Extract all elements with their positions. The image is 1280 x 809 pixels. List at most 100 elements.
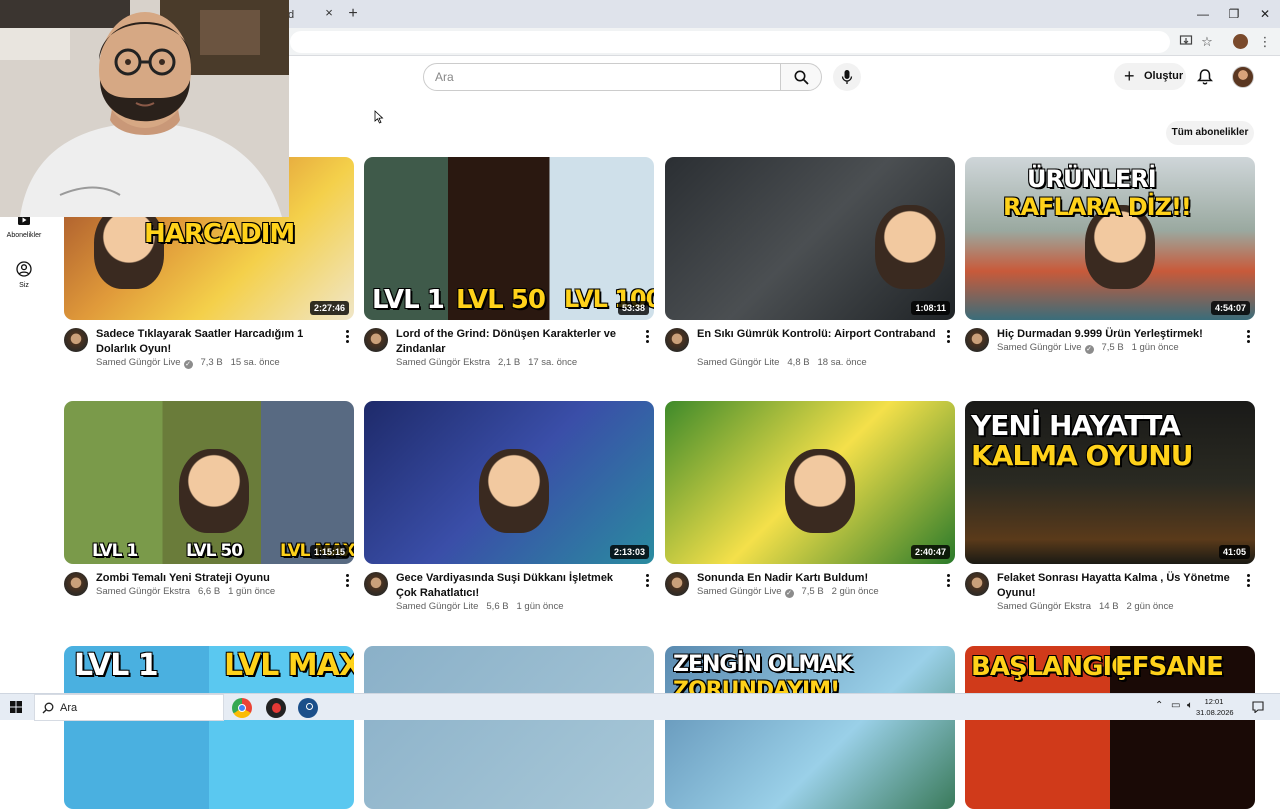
thumbnail-character — [875, 205, 945, 289]
channel-avatar[interactable] — [364, 572, 388, 596]
star-icon[interactable]: ☆ — [1199, 34, 1215, 50]
channel-avatar[interactable] — [64, 572, 88, 596]
voice-search-button[interactable] — [833, 63, 861, 91]
guide-item-you[interactable]: Siz — [0, 261, 48, 289]
more-options-icon[interactable] — [945, 330, 951, 344]
channel-name[interactable]: Samed Güngör Ekstra — [96, 586, 190, 597]
address-bar[interactable] — [290, 31, 1170, 53]
video-channel-line: Samed Güngör Ekstra 2,1 B 17 sa. önce — [396, 357, 577, 368]
channel-name[interactable]: Samed Güngör Ekstra — [997, 601, 1091, 612]
channel-name[interactable]: Samed Güngör Live — [997, 342, 1082, 353]
channel-avatar[interactable] — [665, 328, 689, 352]
more-options-icon[interactable] — [644, 574, 650, 588]
chrome-icon[interactable] — [232, 698, 252, 718]
search-icon — [794, 70, 809, 85]
more-options-icon[interactable] — [344, 574, 350, 588]
video-title[interactable]: Hiç Durmadan 9.999 Ürün Yerleştirmek! — [997, 327, 1237, 342]
channel-name[interactable]: Samed Güngör Lite — [396, 601, 478, 612]
minimize-icon[interactable]: — — [1188, 4, 1218, 24]
channel-avatar[interactable] — [665, 572, 689, 596]
video-stats: 6,6 B 1 gün önce — [198, 586, 276, 597]
video-thumbnail[interactable]: 2:13:03 — [364, 401, 654, 564]
create-button[interactable]: + Oluştur — [1114, 63, 1186, 90]
system-clock[interactable]: 12:01 31.08.2026 — [1196, 696, 1234, 718]
video-thumbnail[interactable]: LVL 1 LVL MAX — [64, 646, 354, 809]
profile-avatar[interactable] — [1233, 34, 1248, 49]
video-card[interactable]: BAŞLANGIÇ EFSANE — [965, 646, 1255, 809]
more-options-icon[interactable] — [344, 330, 350, 344]
video-card[interactable]: LVL 1LVL 50LVL MAX1:15:15 Zombi Temalı Ye… — [64, 401, 354, 634]
all-subscriptions-button[interactable]: Tüm abonelikler — [1166, 121, 1254, 145]
chevron-up-icon[interactable]: ⌃ — [1155, 700, 1163, 711]
windows-start-icon[interactable] — [10, 701, 22, 713]
video-card[interactable]: ÜRÜNLERİ RAFLARA DİZ!! 4:54:07 Hiç Durmadan… — [965, 157, 1255, 390]
video-thumbnail[interactable]: LVL 1 LVL 50 LVL 100 53:38 — [364, 157, 654, 320]
channel-name[interactable]: Samed Güngör Lite — [697, 357, 779, 368]
video-thumbnail[interactable]: BAŞLANGIÇ EFSANE — [965, 646, 1255, 809]
video-card[interactable]: ZENGİN OLMAK ZORUNDAYIM! — [665, 646, 955, 809]
notification-icon[interactable] — [1252, 701, 1264, 713]
restore-icon[interactable]: ❐ — [1219, 4, 1249, 24]
channel-avatar[interactable] — [965, 572, 989, 596]
video-title[interactable]: Gece Vardiyasında Suşi Dükkanı İşletmek … — [396, 571, 636, 601]
taskbar-search[interactable]: Ara — [34, 694, 224, 721]
video-title[interactable]: Sonunda En Nadir Kartı Buldum! — [697, 571, 937, 586]
search-bar — [423, 63, 823, 91]
video-thumbnail[interactable]: YENİ HAYATTA KALMA OYUNU 41:05 — [965, 401, 1255, 564]
video-card[interactable]: LVL 1 LVL MAX — [64, 646, 354, 809]
video-thumbnail[interactable]: 1:08:11 — [665, 157, 955, 320]
more-options-icon[interactable] — [1245, 574, 1251, 588]
video-title[interactable]: Zombi Temalı Yeni Strateji Oyunu — [96, 571, 336, 586]
steam-icon[interactable] — [298, 698, 318, 718]
channel-name[interactable]: Samed Güngör Ekstra — [396, 357, 490, 368]
search-button[interactable] — [780, 63, 822, 91]
video-thumbnail[interactable] — [364, 646, 654, 809]
channel-avatar[interactable] — [64, 328, 88, 352]
more-options-icon[interactable] — [1245, 330, 1251, 344]
bell-icon[interactable] — [1196, 68, 1214, 86]
video-card[interactable]: 1:08:11 En Sıkı Gümrük Kontrolü: Airport … — [665, 157, 955, 390]
clock-date: 31.08.2026 — [1196, 708, 1234, 717]
app-icon[interactable] — [266, 698, 286, 718]
window-close-icon[interactable]: ✕ — [1250, 4, 1280, 24]
search-icon — [42, 702, 54, 714]
tab-close-icon[interactable]: × — [322, 6, 336, 20]
video-title[interactable]: Lord of the Grind: Dönüşen Karakterler v… — [396, 327, 636, 357]
video-thumbnail[interactable]: ÜRÜNLERİ RAFLARA DİZ!! 4:54:07 — [965, 157, 1255, 320]
channel-avatar[interactable] — [364, 328, 388, 352]
thumbnail-text: HARCADIM — [144, 219, 295, 249]
account-avatar[interactable] — [1232, 66, 1254, 88]
network-icon[interactable]: ▭ — [1171, 700, 1180, 711]
new-tab-icon[interactable]: + — [344, 5, 362, 23]
install-icon[interactable] — [1178, 34, 1194, 50]
thumbnail-character — [479, 449, 549, 533]
channel-name[interactable]: Samed Güngör Live — [96, 357, 181, 368]
volume-icon[interactable]: 🔈︎ — [1187, 700, 1193, 711]
video-details: En Sıkı Gümrük Kontrolü: Airport Contrab… — [665, 320, 955, 390]
channel-name[interactable]: Samed Güngör Live — [697, 586, 782, 597]
more-options-icon[interactable] — [644, 330, 650, 344]
video-card[interactable] — [364, 646, 654, 809]
more-options-icon[interactable] — [945, 574, 951, 588]
video-card[interactable]: 2:40:47 Sonunda En Nadir Kartı Buldum! Sam… — [665, 401, 955, 634]
video-thumbnail[interactable]: ZENGİN OLMAK ZORUNDAYIM! — [665, 646, 955, 809]
video-channel-line: Samed Güngör Live ✓ 7,3 B 15 sa. önce — [96, 357, 280, 369]
video-title[interactable]: En Sıkı Gümrük Kontrolü: Airport Contrab… — [697, 327, 937, 342]
menu-icon[interactable]: ⋮ — [1257, 34, 1273, 50]
video-title[interactable]: Felaket Sonrası Hayatta Kalma , Üs Yönet… — [997, 571, 1237, 601]
search-input[interactable] — [423, 63, 781, 91]
video-duration: 4:54:07 — [1210, 301, 1250, 315]
video-card[interactable]: LVL 1 LVL 50 LVL 100 53:38 Lord of the Grind… — [364, 157, 654, 390]
video-thumbnail[interactable]: 2:40:47 — [665, 401, 955, 564]
video-title[interactable]: Sadece Tıklayarak Saatler Harcadığım 1 D… — [96, 327, 336, 357]
video-card[interactable]: YENİ HAYATTA KALMA OYUNU 41:05 Felaket Sonr… — [965, 401, 1255, 634]
clock-time: 12:01 — [1204, 697, 1224, 706]
video-card[interactable]: 2:13:03 Gece Vardiyasında Suşi Dükkanı İş… — [364, 401, 654, 634]
video-channel-line: Samed Güngör Live ✓ 7,5 B 1 gün önce — [997, 342, 1179, 354]
thumbnail-character — [179, 449, 249, 533]
channel-avatar[interactable] — [965, 328, 989, 352]
video-details: Gece Vardiyasında Suşi Dükkanı İşletmek … — [364, 564, 654, 634]
webcam-overlay — [0, 0, 289, 217]
verified-icon: ✓ — [1084, 345, 1094, 354]
video-thumbnail[interactable]: LVL 1LVL 50LVL MAX1:15:15 — [64, 401, 354, 564]
